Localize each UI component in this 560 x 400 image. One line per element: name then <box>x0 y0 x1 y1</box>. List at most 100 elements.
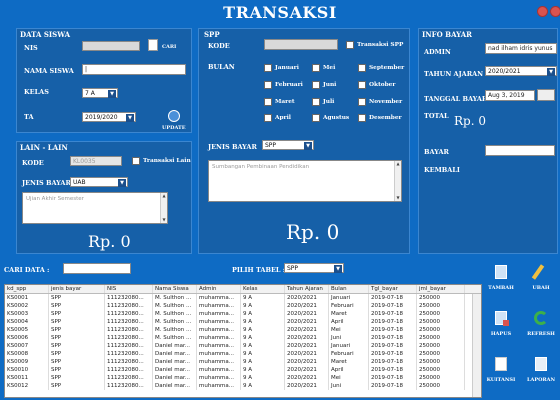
kode-lain-input[interactable]: KL0035 <box>70 156 122 166</box>
hapus-button[interactable]: HAPUS <box>484 308 518 340</box>
ubah-button[interactable]: UBAH <box>524 262 558 294</box>
column-header[interactable]: Bulan <box>329 285 369 293</box>
table-cell: 250000 <box>417 326 465 334</box>
table-cell: Januari <box>329 342 369 350</box>
chevron-down-icon: ▼ <box>118 179 126 187</box>
cari-data-input[interactable] <box>63 263 131 274</box>
month-checkbox[interactable] <box>358 98 366 106</box>
table-row[interactable]: KS0010 SPP 111232080... Daniel mar... muhamm… <box>5 366 481 374</box>
table-row[interactable]: KS0008 SPP 111232080... Daniel mar... muhamm… <box>5 350 481 358</box>
pilih-tabel-select[interactable]: SPP ▼ <box>284 263 344 273</box>
table-scrollbar[interactable] <box>472 294 481 397</box>
laporan-button[interactable]: LAPORAN <box>524 354 558 386</box>
column-header[interactable]: kd_spp <box>5 285 49 293</box>
month-checkbox[interactable] <box>312 64 320 72</box>
bayar-label: BAYAR <box>424 148 449 156</box>
column-header[interactable]: jenis bayar <box>49 285 105 293</box>
tahun-ajaran-select[interactable]: 2020/2021 ▼ <box>485 66 557 76</box>
calendar-icon[interactable] <box>537 89 555 101</box>
table-row[interactable]: KS0006 SPP 111232080... M. Sulthon ... muham… <box>5 334 481 342</box>
month-checkbox[interactable] <box>312 81 320 89</box>
table-cell: Daniel mar... <box>153 358 197 366</box>
transaksi-lain-checkbox[interactable] <box>132 157 140 165</box>
table-cell: muhamma... <box>197 310 241 318</box>
transaksi-table: kd_spp jenis bayar NIS Nama Siswa Admin … <box>4 284 482 398</box>
jenis-bayar-lain-select[interactable]: UAB ▼ <box>70 177 128 187</box>
table-cell: 2019-07-18 <box>369 358 417 366</box>
column-header[interactable]: jml_bayar <box>417 285 465 293</box>
month-checkbox[interactable] <box>312 98 320 106</box>
cari-siswa-label[interactable]: CARI <box>162 44 176 50</box>
month-label: Desember <box>369 115 402 121</box>
table-row[interactable]: KS0002 SPP 111232080... M. Sulthon ... muham… <box>5 302 481 310</box>
table-cell: 2020/2021 <box>285 382 329 390</box>
kode-spp-input[interactable] <box>264 39 338 50</box>
tambah-button[interactable]: TAMBAH <box>484 262 518 294</box>
refresh-button[interactable]: REFRESH <box>524 308 558 340</box>
month-checkbox[interactable] <box>358 114 366 122</box>
minimize-button[interactable] <box>537 6 548 17</box>
kuitansi-button[interactable]: KUITANSI <box>484 354 518 386</box>
table-row[interactable]: KS0007 SPP 111232080... Daniel mar... muhamm… <box>5 342 481 350</box>
table-row[interactable]: KS0009 SPP 111232080... Daniel mar... muhamm… <box>5 358 481 366</box>
table-row[interactable]: KS0005 SPP 111232080... M. Sulthon ... muham… <box>5 326 481 334</box>
month-label: Agustus <box>323 115 350 121</box>
month-checkbox[interactable] <box>264 114 272 122</box>
month-checkbox[interactable] <box>312 114 320 122</box>
chevron-up-icon: ▲ <box>396 161 400 166</box>
table-cell: 2019-07-18 <box>369 374 417 382</box>
scrollbar[interactable]: ▲ ▼ <box>394 161 401 201</box>
month-checkbox[interactable] <box>264 98 272 106</box>
table-row[interactable]: KS0004 SPP 111232080... M. Sulthon ... muham… <box>5 318 481 326</box>
month-label: November <box>369 99 403 105</box>
nis-input[interactable] <box>82 41 140 51</box>
kelas-label: KELAS <box>24 88 49 96</box>
month-checkbox[interactable] <box>264 64 272 72</box>
table-cell: 2020/2021 <box>285 302 329 310</box>
table-cell: 250000 <box>417 302 465 310</box>
bayar-input[interactable] <box>485 145 555 156</box>
tanggal-bayar-input[interactable]: Aug 3, 2019 <box>485 90 535 101</box>
update-button[interactable]: UPDATE <box>162 125 186 131</box>
table-cell: SPP <box>49 334 105 342</box>
hapus-label: HAPUS <box>490 331 512 337</box>
kelas-select[interactable]: 7 A ▼ <box>82 88 118 98</box>
table-cell: Januari <box>329 294 369 302</box>
column-header[interactable]: Tgl_bayar <box>369 285 417 293</box>
chevron-down-icon: ▼ <box>547 68 555 76</box>
admin-input[interactable]: nad ilham idris yunus <box>485 43 557 54</box>
window-title: TRANSAKSI <box>223 3 337 22</box>
month-checkbox[interactable] <box>358 81 366 89</box>
table-cell: muhamma... <box>197 366 241 374</box>
column-header[interactable]: Kelas <box>241 285 285 293</box>
jenis-bayar-spp-select[interactable]: SPP ▼ <box>262 140 314 150</box>
update-icon[interactable] <box>168 110 180 122</box>
table-row[interactable]: KS0003 SPP 111232080... M. Sulthon ... muham… <box>5 310 481 318</box>
column-header[interactable]: Admin <box>197 285 241 293</box>
table-row[interactable]: KS0001 SPP 111232080... M. Sulthon ... muham… <box>5 294 481 302</box>
month-checkbox[interactable] <box>358 64 366 72</box>
nama-siswa-input[interactable]: | <box>82 64 186 75</box>
table-cell: 111232080... <box>105 326 153 334</box>
column-header[interactable]: Nama Siswa <box>153 285 197 293</box>
table-row[interactable]: KS0012 SPP 111232080... Daniel mar... muhamm… <box>5 382 481 390</box>
table-cell: 9 A <box>241 342 285 350</box>
table-cell: Mei <box>329 374 369 382</box>
column-header[interactable]: NIS <box>105 285 153 293</box>
column-header[interactable]: Tahun Ajaran <box>285 285 329 293</box>
scrollbar[interactable]: ▲ ▼ <box>160 193 167 223</box>
document-icon[interactable] <box>148 39 158 51</box>
table-cell: Maret <box>329 358 369 366</box>
table-cell: 250000 <box>417 382 465 390</box>
keterangan-lain-textarea[interactable]: Ujian Akhir Semester ▲ ▼ <box>22 192 168 224</box>
close-button[interactable] <box>550 6 560 17</box>
table-row[interactable]: KS0011 SPP 111232080... Daniel mar... muhamm… <box>5 374 481 382</box>
month-checkbox[interactable] <box>264 81 272 89</box>
ta-select[interactable]: 2019/2020 ▼ <box>82 112 136 122</box>
edit-icon <box>531 264 545 280</box>
table-cell: M. Sulthon ... <box>153 294 197 302</box>
table-cell: 250000 <box>417 310 465 318</box>
transaksi-spp-checkbox[interactable] <box>346 41 354 49</box>
keterangan-spp-textarea[interactable]: Sumbangan Pembinaan Pendidikan ▲ ▼ <box>208 160 402 202</box>
table-cell: KS0005 <box>5 326 49 334</box>
